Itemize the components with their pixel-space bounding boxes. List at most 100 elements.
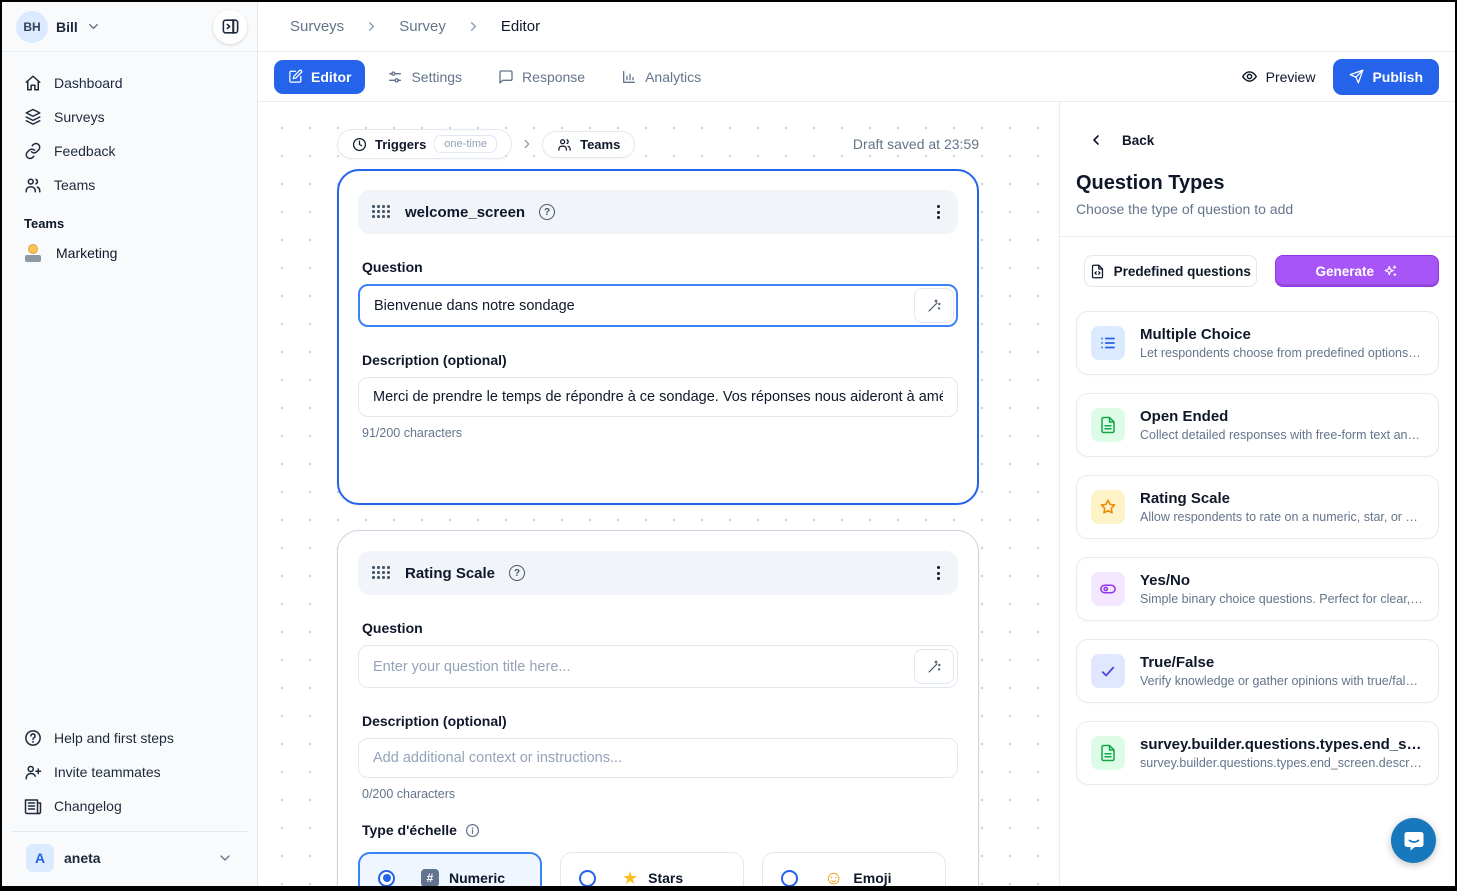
sidebar-item-feedback[interactable]: Feedback [12, 134, 247, 168]
question-type-yes-no[interactable]: Yes/No Simple binary choice questions. P… [1076, 557, 1439, 621]
chat-bubble-icon [1402, 829, 1426, 853]
question-card-rating-scale[interactable]: Rating Scale ? Question Description (opt… [337, 530, 979, 886]
file-text-icon [1091, 408, 1125, 442]
sidebar-item-teams[interactable]: Teams [12, 168, 247, 202]
radio-selected[interactable] [378, 870, 395, 887]
tab-analytics[interactable]: Analytics [607, 60, 715, 94]
help-icon[interactable]: ? [509, 565, 525, 581]
magic-wand-icon[interactable] [914, 288, 954, 323]
sidebar-item-invite[interactable]: Invite teammates [12, 755, 247, 789]
technologist-emoji [24, 244, 42, 262]
sidebar-footer: Help and first steps Invite teammates Ch… [2, 715, 257, 886]
sidebar-item-label: Teams [54, 177, 95, 193]
send-icon [1349, 69, 1364, 84]
sidebar-item-changelog[interactable]: Changelog [12, 789, 247, 823]
question-description-input[interactable] [358, 377, 958, 417]
file-code-icon [1090, 264, 1105, 279]
question-type-rating-scale[interactable]: Rating Scale Allow respondents to rate o… [1076, 475, 1439, 539]
message-square-icon [498, 69, 514, 85]
scale-option-label: Numeric [449, 870, 505, 886]
question-title-input[interactable] [358, 284, 958, 327]
breadcrumb-editor: Editor [501, 18, 540, 35]
tab-label: Settings [411, 69, 462, 85]
question-type-multiple-choice[interactable]: Multiple Choice Let respondents choose f… [1076, 311, 1439, 375]
tab-settings[interactable]: Settings [373, 60, 476, 94]
question-type-true-false[interactable]: True/False Verify knowledge or gather op… [1076, 639, 1439, 703]
generate-button[interactable]: Generate [1275, 255, 1439, 287]
question-type-description: Allow respondents to rate on a numeric, … [1140, 510, 1424, 524]
drag-handle-icon[interactable] [372, 205, 391, 219]
preview-label: Preview [1266, 69, 1316, 85]
draft-status: Draft saved at 23:59 [853, 136, 979, 152]
sidebar-team-marketing[interactable]: Marketing [12, 237, 247, 269]
back-button[interactable]: Back [1060, 102, 1455, 148]
breadcrumb: Surveys Survey Editor [258, 2, 1455, 52]
tab-response[interactable]: Response [484, 60, 599, 94]
char-count: 0/200 characters [362, 787, 958, 801]
sidebar-toggle-button[interactable] [213, 10, 247, 44]
tab-label: Editor [311, 69, 351, 85]
team-label: Marketing [56, 245, 117, 261]
question-type-description: Verify knowledge or gather opinions with… [1140, 674, 1424, 688]
radio-unselected[interactable] [579, 870, 596, 887]
question-type-title: survey.builder.questions.types.end_scr..… [1140, 736, 1424, 753]
scale-type-options: # Numeric ★ Stars ☺ Emoji [358, 852, 958, 886]
workspace-avatar: BH [16, 11, 48, 43]
question-type-open-ended[interactable]: Open Ended Collect detailed responses wi… [1076, 393, 1439, 457]
predefined-questions-button[interactable]: Predefined questions [1084, 255, 1257, 287]
chevron-left-icon [1088, 132, 1104, 148]
char-count: 91/200 characters [362, 426, 958, 440]
question-description-input[interactable] [358, 738, 958, 778]
question-card-welcome-screen[interactable]: welcome_screen ? Question Description (o… [337, 169, 979, 505]
account-avatar: A [26, 844, 54, 872]
trigger-type-badge: one-time [434, 135, 497, 153]
workspace-name: Bill [56, 19, 78, 35]
question-card-header: Rating Scale ? [358, 551, 958, 595]
question-type-title: Rating Scale [1140, 490, 1424, 507]
card-menu-icon[interactable] [933, 201, 944, 223]
publish-button[interactable]: Publish [1333, 59, 1439, 95]
question-field-label: Question [362, 620, 958, 636]
scale-option-numeric[interactable]: # Numeric [358, 852, 542, 886]
description-field-label: Description (optional) [362, 713, 958, 729]
question-type-description: Collect detailed responses with free-for… [1140, 428, 1424, 442]
info-icon[interactable] [465, 823, 480, 838]
account-switcher[interactable]: A aneta [12, 832, 247, 886]
panel-title: Question Types [1060, 148, 1455, 195]
radio-unselected[interactable] [781, 870, 798, 887]
sidebar-item-surveys[interactable]: Surveys [12, 100, 247, 134]
chat-launcher-button[interactable] [1391, 818, 1436, 863]
breadcrumb-survey[interactable]: Survey [399, 18, 446, 35]
sliders-icon [387, 69, 403, 85]
triggers-chip[interactable]: Triggers one-time [337, 129, 512, 159]
breadcrumb-surveys[interactable]: Surveys [290, 18, 344, 35]
drag-handle-icon[interactable] [372, 566, 391, 580]
help-icon[interactable]: ? [539, 204, 555, 220]
scale-type-label: Type d'échelle [362, 822, 457, 838]
question-field-label: Question [362, 259, 958, 275]
question-type-title: Yes/No [1140, 572, 1424, 589]
question-type-list: Multiple Choice Let respondents choose f… [1060, 287, 1455, 801]
magic-wand-icon[interactable] [914, 649, 954, 684]
predefined-questions-label: Predefined questions [1114, 264, 1251, 279]
list-icon [1091, 326, 1125, 360]
scale-option-emoji[interactable]: ☺ Emoji [762, 852, 946, 886]
card-menu-icon[interactable] [933, 562, 944, 584]
preview-button[interactable]: Preview [1241, 68, 1316, 85]
newspaper-icon [24, 797, 42, 815]
question-title-input[interactable] [358, 645, 958, 688]
toggle-icon [1091, 572, 1125, 606]
smiley-emoji-icon: ☺ [824, 869, 843, 887]
tab-editor[interactable]: Editor [274, 60, 365, 94]
pencil-square-icon [288, 69, 303, 84]
sidebar-item-dashboard[interactable]: Dashboard [12, 66, 247, 100]
teams-chip[interactable]: Teams [542, 131, 635, 158]
sidebar-item-help[interactable]: Help and first steps [12, 721, 247, 755]
survey-canvas: Triggers one-time Teams Draft saved at 2… [258, 102, 1059, 886]
scale-option-label: Stars [648, 870, 683, 886]
workspace-switcher[interactable]: BH Bill [2, 2, 257, 52]
panel-right-icon [221, 17, 240, 36]
scale-option-stars[interactable]: ★ Stars [560, 852, 744, 886]
question-type-end-screen[interactable]: survey.builder.questions.types.end_scr..… [1076, 721, 1439, 785]
clock-icon [352, 137, 367, 152]
